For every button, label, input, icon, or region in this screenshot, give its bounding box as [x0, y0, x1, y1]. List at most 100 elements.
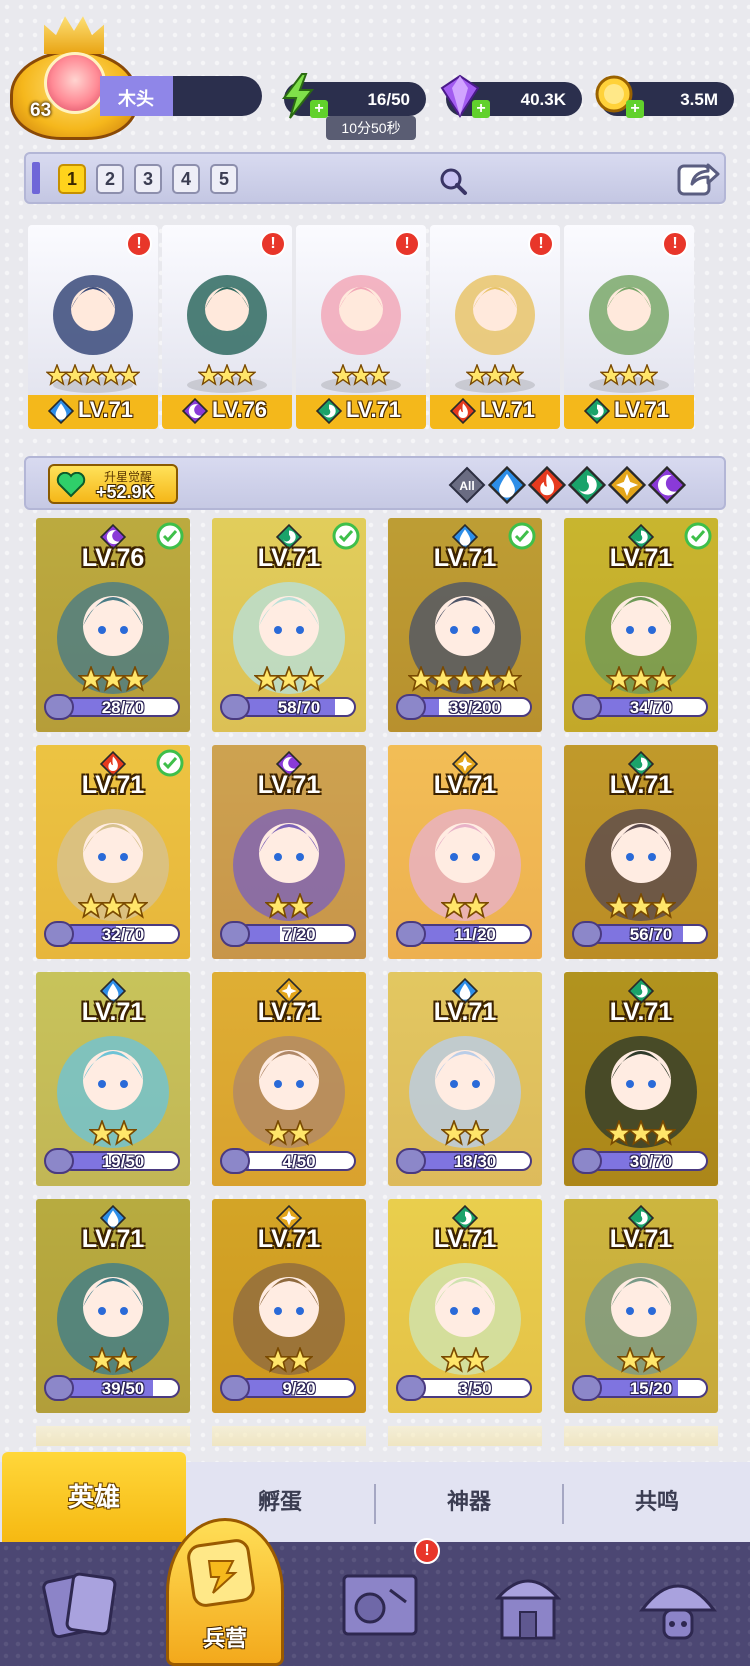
- gold-add-button[interactable]: +: [626, 100, 644, 118]
- hero-card[interactable]: LV.71 11/20: [388, 745, 542, 959]
- shard-count: 39/50: [101, 1379, 145, 1398]
- filter-nature-icon[interactable]: [567, 465, 607, 505]
- star-icon: [461, 1345, 491, 1373]
- star-awaken-button[interactable]: 升星觉醒 +52.9K: [48, 464, 178, 504]
- hero-level: LV.71: [257, 998, 321, 1026]
- star-icon: [109, 1118, 139, 1146]
- hero-card[interactable]: LV.71 39/50: [36, 1199, 190, 1413]
- nav-temple[interactable]: [478, 1554, 578, 1654]
- team-tab-5[interactable]: 5: [210, 164, 238, 194]
- hero-card[interactable]: LV.71 3/50: [388, 1199, 542, 1413]
- nav-cards[interactable]: [30, 1554, 130, 1654]
- team-tab-1[interactable]: 1: [58, 164, 86, 194]
- star-icon: [637, 1345, 667, 1373]
- search-icon[interactable]: [438, 166, 468, 196]
- shard-progress: 18/30: [396, 1148, 534, 1174]
- hero-card[interactable]: LV.71 39/200: [388, 518, 542, 732]
- shard-bar: 19/50: [62, 1151, 180, 1171]
- category-tabs: 英雄 孵蛋 神器 共鸣: [0, 1452, 750, 1542]
- team-tab-4[interactable]: 4: [172, 164, 200, 194]
- filter-light-icon[interactable]: [607, 465, 647, 505]
- energy-add-button[interactable]: +: [310, 100, 328, 118]
- star-rating: [388, 664, 542, 697]
- nature-element-icon: [315, 397, 343, 425]
- hero-card[interactable]: LV.71 9/20: [212, 1199, 366, 1413]
- hero-card[interactable]: LV.71 58/70: [212, 518, 366, 732]
- filter-fire-icon[interactable]: [527, 465, 567, 505]
- star-rating: [564, 1118, 718, 1151]
- hero-level: LV.71: [257, 771, 321, 799]
- shard-progress: 11/20: [396, 921, 534, 947]
- hero-level: LV.71: [609, 998, 673, 1026]
- star-rating: [564, 891, 718, 924]
- alert-badge: !: [260, 231, 286, 257]
- star-icon: [285, 1345, 315, 1373]
- shard-bar: 39/200: [414, 697, 532, 717]
- filter-all-icon[interactable]: All: [448, 466, 486, 504]
- shard-icon: [44, 694, 74, 720]
- hero-card[interactable]: LV.71 4/50: [212, 972, 366, 1186]
- team-hero-card[interactable]: LV.71 !: [564, 225, 694, 429]
- team-hero-card[interactable]: LV.71 !: [28, 225, 158, 429]
- team-hero-card[interactable]: LV.71 !: [296, 225, 426, 429]
- player-name-bar[interactable]: 木头: [100, 76, 262, 116]
- gold-value: 3.5M: [680, 90, 718, 109]
- filter-water-icon[interactable]: [487, 465, 527, 505]
- alert-badge: !: [528, 231, 554, 257]
- gem-add-button[interactable]: +: [472, 100, 490, 118]
- alert-badge: !: [394, 231, 420, 257]
- star-icon: [285, 891, 315, 919]
- hero-card[interactable]: LV.71 7/20: [212, 745, 366, 959]
- shard-count: 28/70: [101, 698, 145, 717]
- team-hero-card[interactable]: LV.71 !: [430, 225, 560, 429]
- hero-level: LV.71: [433, 544, 497, 572]
- next-row-peek: [212, 1426, 366, 1446]
- star-rating: [388, 1345, 542, 1378]
- hero-level: LV.71: [346, 397, 402, 422]
- shard-progress: 58/70: [220, 694, 358, 720]
- star-rating: [212, 1345, 366, 1378]
- gold-counter[interactable]: + 3.5M: [595, 75, 734, 118]
- shard-count: 58/70: [277, 698, 321, 717]
- nav-barracks[interactable]: 兵营: [166, 1518, 284, 1666]
- hero-card[interactable]: LV.71 56/70: [564, 745, 718, 959]
- hero-level: LV.71: [609, 1225, 673, 1253]
- star-icon: [648, 1118, 678, 1146]
- fire-element-icon: [449, 397, 477, 425]
- shard-progress: 9/20: [220, 1375, 358, 1401]
- shard-progress: 7/20: [220, 921, 358, 947]
- nav-mushroom[interactable]: [628, 1554, 728, 1654]
- shard-count: 18/30: [453, 1152, 497, 1171]
- hero-card[interactable]: LV.71 34/70: [564, 518, 718, 732]
- star-rating: [36, 1345, 190, 1378]
- star-icon: [233, 362, 257, 386]
- gem-counter[interactable]: + 40.3K: [440, 74, 582, 118]
- filter-dark-icon[interactable]: [647, 465, 687, 505]
- star-icon: [285, 1118, 315, 1146]
- nav-map[interactable]: !: [330, 1538, 440, 1654]
- star-rating: [212, 1118, 366, 1151]
- hero-level: LV.71: [614, 397, 670, 422]
- share-icon[interactable]: [676, 158, 720, 198]
- hero-card[interactable]: LV.71 15/20: [564, 1199, 718, 1413]
- shard-bar: 3/50: [414, 1378, 532, 1398]
- tab-heroes[interactable]: 英雄: [2, 1452, 186, 1542]
- shard-icon: [396, 1375, 426, 1401]
- hero-card[interactable]: LV.71 19/50: [36, 972, 190, 1186]
- shard-progress: 39/50: [44, 1375, 182, 1401]
- team-tab-2[interactable]: 2: [96, 164, 124, 194]
- tab-artifacts[interactable]: 神器: [376, 1462, 562, 1542]
- tab-resonance[interactable]: 共鸣: [564, 1462, 750, 1542]
- team-tab-3[interactable]: 3: [134, 164, 162, 194]
- awaken-value: +52.9K: [96, 482, 155, 502]
- star-icon: [461, 1118, 491, 1146]
- team-hero-card[interactable]: LV.76 !: [162, 225, 292, 429]
- star-icon: [635, 362, 659, 386]
- hero-card[interactable]: LV.76 28/70: [36, 518, 190, 732]
- hero-card[interactable]: LV.71 30/70: [564, 972, 718, 1186]
- hero-card[interactable]: LV.71 32/70: [36, 745, 190, 959]
- hero-card[interactable]: LV.71 18/30: [388, 972, 542, 1186]
- star-rating: [28, 362, 158, 391]
- energy-counter[interactable]: + 16/50: [282, 73, 426, 119]
- star-rating: [162, 362, 292, 391]
